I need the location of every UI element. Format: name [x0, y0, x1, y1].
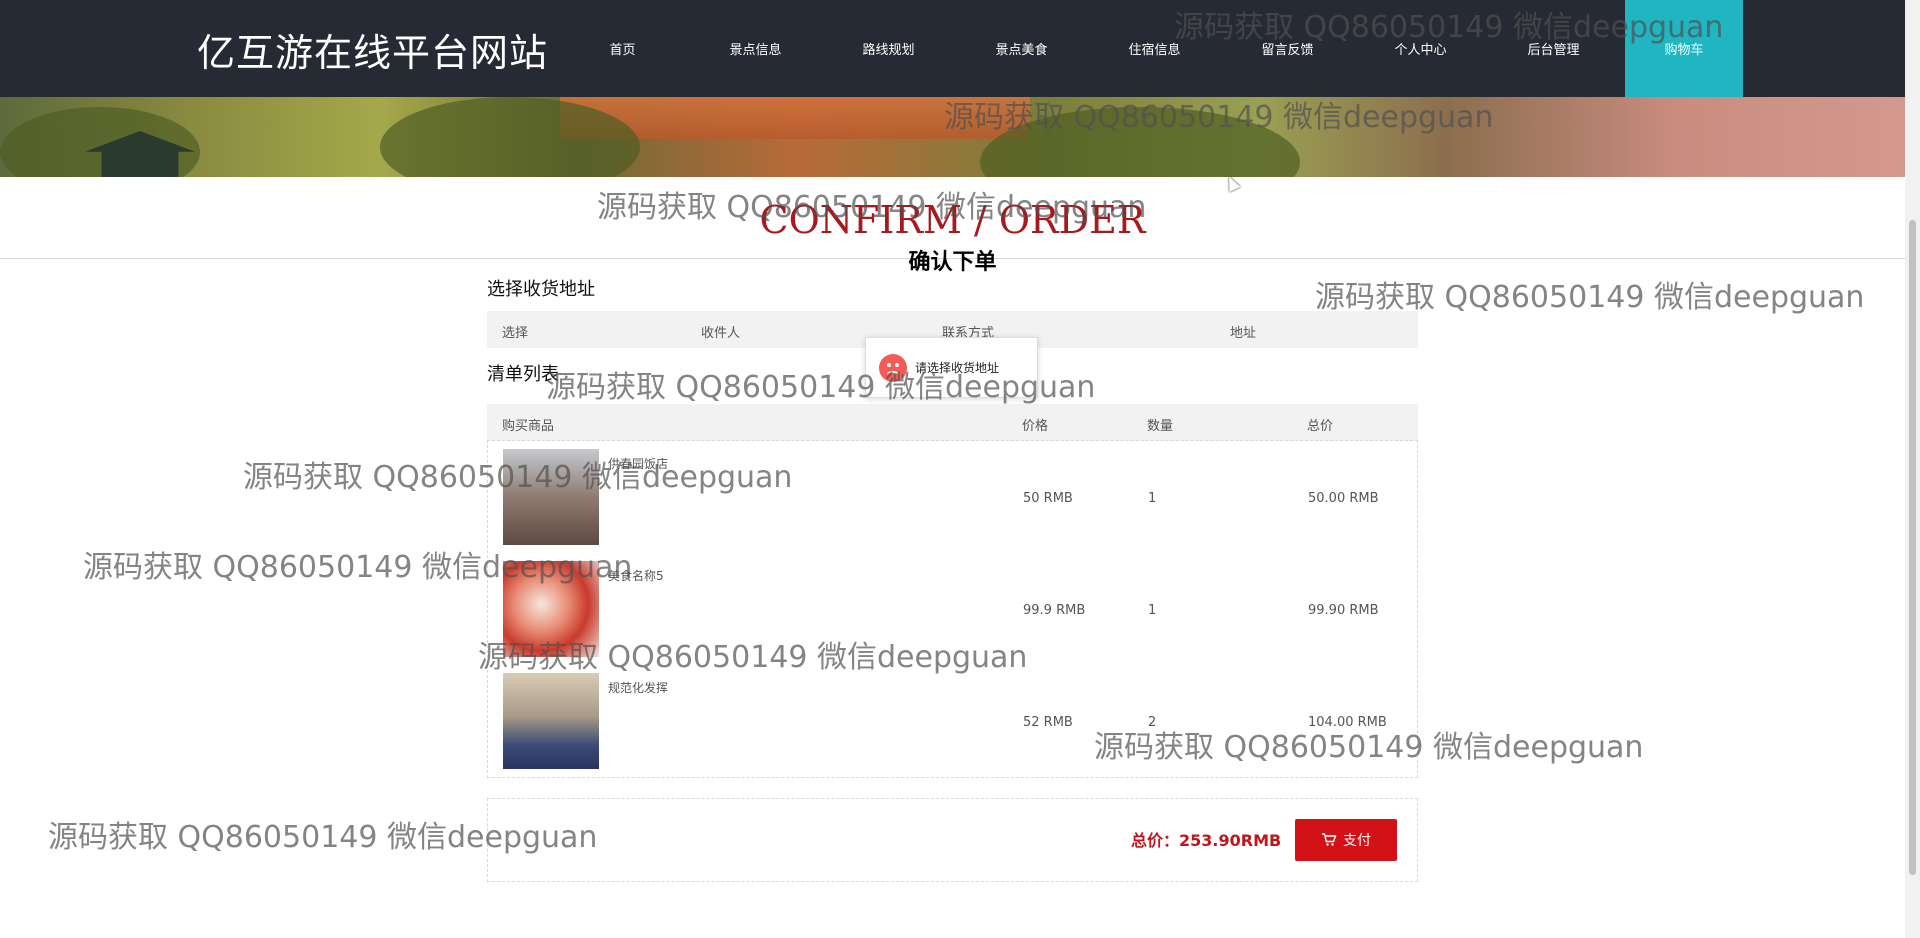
watermark: 源码获取 QQ86050149 微信deepguan — [1315, 280, 1865, 315]
order-col-qty: 数量 — [1147, 419, 1174, 434]
address-section-title: 选择收货地址 — [487, 279, 595, 300]
page-heading-en: CONFIRM / ORDER — [759, 198, 1146, 242]
order-list: 供春园饭店 50 RMB 1 50.00 RMB 美食名称5 99.9 RMB … — [487, 440, 1418, 778]
order-col-total: 总价 — [1307, 419, 1334, 434]
pay-button-label: 支付 — [1343, 833, 1371, 849]
nav-item-feedback[interactable]: 留言反馈 — [1221, 0, 1354, 97]
nav-item-lodging[interactable]: 住宿信息 — [1088, 0, 1221, 97]
order-total: 总价：253.90RMB — [1131, 831, 1282, 850]
nav-item-home[interactable]: 首页 — [556, 0, 689, 97]
order-table-header: 购买商品 价格 数量 总价 — [487, 404, 1418, 441]
product-thumbnail[interactable] — [503, 673, 599, 769]
address-warning-toast: 请选择收货地址 — [865, 337, 1038, 398]
order-item-row: 供春园饭店 50 RMB 1 50.00 RMB — [488, 441, 1417, 553]
product-price: 50 RMB — [1023, 491, 1073, 506]
page-scrollbar[interactable] — [1905, 0, 1920, 938]
nav-item-admin[interactable]: 后台管理 — [1487, 0, 1620, 97]
scrollbar-thumb[interactable] — [1909, 220, 1916, 875]
product-price: 52 RMB — [1023, 715, 1073, 730]
product-name[interactable]: 规范化发挥 — [608, 679, 668, 696]
product-price: 99.9 RMB — [1023, 603, 1086, 618]
address-col-address: 地址 — [1230, 326, 1257, 341]
address-col-recipient: 收件人 — [701, 326, 741, 341]
order-item-row: 规范化发挥 52 RMB 2 104.00 RMB — [488, 665, 1417, 777]
product-name[interactable]: 供春园饭店 — [608, 455, 668, 472]
order-item-row: 美食名称5 99.9 RMB 1 99.90 RMB — [488, 553, 1417, 665]
order-section-title: 清单列表 — [487, 364, 559, 385]
product-qty: 2 — [1148, 715, 1157, 730]
order-col-price: 价格 — [1022, 419, 1049, 434]
main-nav: 首页 景点信息 路线规划 景点美食 住宿信息 留言反馈 个人中心 后台管理 购物… — [556, 0, 1743, 97]
product-total: 104.00 RMB — [1308, 715, 1387, 730]
nav-item-routes[interactable]: 路线规划 — [822, 0, 955, 97]
product-thumbnail[interactable] — [503, 449, 599, 545]
product-qty: 1 — [1148, 491, 1157, 506]
page-heading-cn: 确认下单 — [908, 250, 997, 275]
product-thumbnail[interactable] — [503, 561, 599, 657]
order-col-product: 购买商品 — [502, 419, 555, 434]
pay-button[interactable]: 支付 — [1295, 819, 1397, 861]
product-total: 50.00 RMB — [1308, 491, 1379, 506]
top-navbar: 亿互游在线平台网站 首页 景点信息 路线规划 景点美食 住宿信息 留言反馈 个人… — [0, 0, 1905, 97]
nav-item-cart[interactable]: 购物车 — [1625, 0, 1743, 97]
address-col-select: 选择 — [502, 326, 529, 341]
product-qty: 1 — [1148, 603, 1157, 618]
nav-item-profile[interactable]: 个人中心 — [1354, 0, 1487, 97]
nav-item-attractions[interactable]: 景点信息 — [689, 0, 822, 97]
nav-item-food[interactable]: 景点美食 — [955, 0, 1088, 97]
toast-message: 请选择收货地址 — [915, 361, 1000, 375]
product-name[interactable]: 美食名称5 — [608, 567, 664, 584]
sad-face-icon — [879, 353, 907, 382]
hero-banner — [0, 97, 1905, 177]
site-title[interactable]: 亿互游在线平台网站 — [197, 22, 548, 77]
product-total: 99.90 RMB — [1308, 603, 1379, 618]
cart-icon — [1322, 833, 1337, 846]
